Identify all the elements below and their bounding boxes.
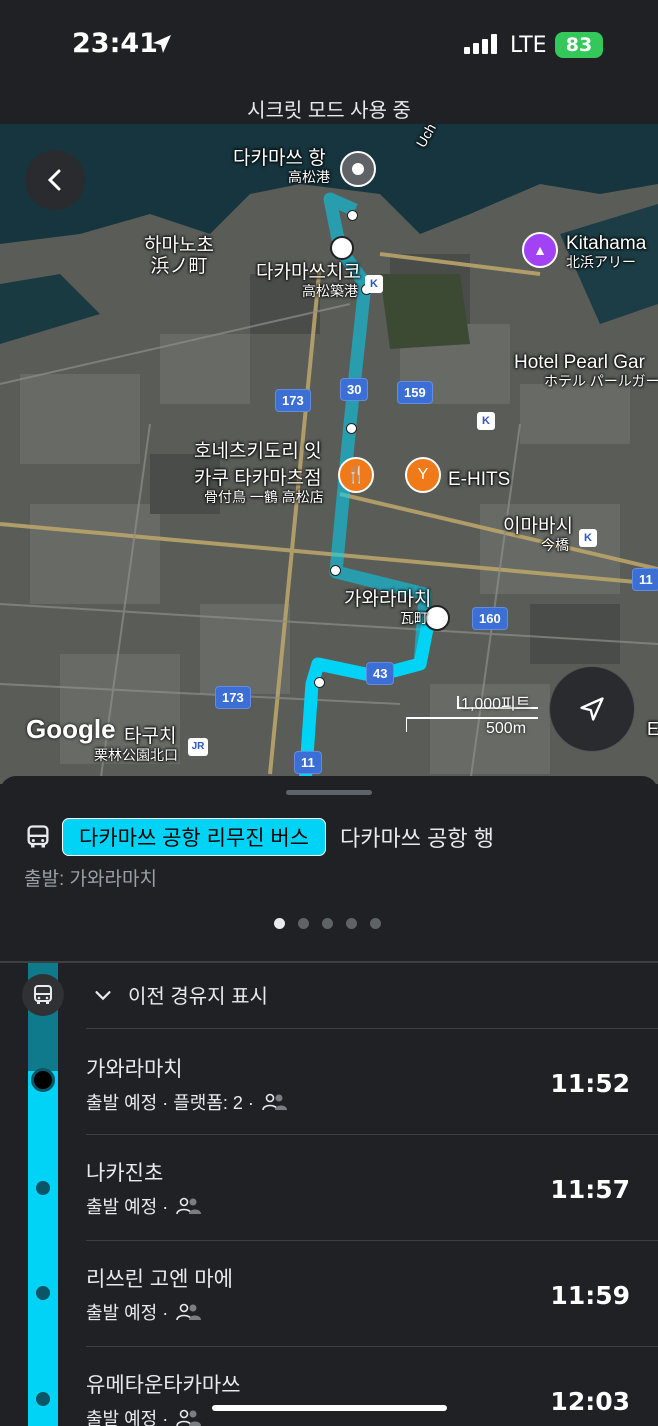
bus-icon <box>27 825 49 848</box>
route-point <box>314 677 325 688</box>
crowd-level-icon <box>176 1303 202 1321</box>
stop-dot <box>36 1286 50 1300</box>
google-logo: Google <box>26 714 116 744</box>
crowd-level-icon <box>262 1093 287 1111</box>
map-label-edge: E <box>647 719 658 739</box>
page-dot[interactable] <box>322 918 333 929</box>
location-arrow-icon <box>153 35 171 53</box>
map-scale: 1,000피트 500m <box>406 692 538 738</box>
route-header: 다카마쓰 공항 리무진 버스 다카마쓰 공항 행 <box>24 818 494 856</box>
stop-row[interactable]: 리쓰린 고엔 마에 출발 예정 · 11:59 <box>86 1240 658 1346</box>
crowd-level-icon <box>176 1409 202 1426</box>
route-point <box>346 423 357 434</box>
status-time: 23:41 <box>72 28 158 59</box>
road-badge: 173 <box>275 389 311 412</box>
stop-name: 가와라마치 <box>86 1058 183 1081</box>
show-previous-stops-button[interactable]: 이전 경유지 표시 <box>92 980 268 1009</box>
my-location-button[interactable] <box>549 666 635 752</box>
road-badge: 160 <box>472 607 508 630</box>
chevron-down-icon <box>95 990 111 1000</box>
stop-name: 유메타운타카마쓰 <box>86 1374 241 1397</box>
stop-status-text: 출발 예정 · <box>86 1409 169 1426</box>
map-label-takuchi: 타구치 栗林公園北口 <box>94 726 178 763</box>
navigation-arrow-icon <box>580 697 604 721</box>
map-label-chikko: 다카마쓰치코 高松築港 <box>256 262 361 299</box>
road-badge: 43 <box>366 662 395 685</box>
route-point <box>330 565 341 576</box>
stop-time: 11:57 <box>550 1175 630 1204</box>
home-indicator[interactable] <box>212 1405 447 1411</box>
bar-pin-icon[interactable]: Y <box>405 457 441 493</box>
stop-status: 출발 예정 · <box>86 1405 202 1426</box>
network-type: LTE <box>510 33 547 58</box>
route-headsign: 다카마쓰 공항 행 <box>340 826 494 851</box>
incognito-banner: 시크릿 모드 사용 중 <box>247 100 411 122</box>
transit-station-icon[interactable]: K <box>477 412 495 430</box>
road-badge: 11 <box>632 568 658 591</box>
status-bar: 23:41 LTE 83 <box>0 0 658 90</box>
stop-name: 나카진초 <box>86 1162 164 1185</box>
stop-row[interactable]: 유메타운타카마쓰 출발 예정 · 12:03 <box>86 1346 658 1426</box>
map-label-kawaramachi: 가와라마치 瓦町 <box>344 589 432 626</box>
page-dot[interactable] <box>298 918 309 929</box>
road-badge: 173 <box>215 686 251 709</box>
stop-time: 11:52 <box>550 1069 630 1098</box>
stop-status-text: 출발 예정 · 플랫폼: 2 · <box>86 1093 254 1113</box>
stop-row[interactable]: 가와라마치 출발 예정 · 플랫폼: 2 · 11:52 <box>86 1028 658 1134</box>
scale-meters: 500m <box>486 720 527 737</box>
departure-stop: 출발: 가와라마치 <box>24 869 157 890</box>
stop-status: 출발 예정 · 플랫폼: 2 · <box>86 1089 288 1115</box>
scale-feet: 1,000피트 <box>461 696 531 713</box>
stop-status-text: 출발 예정 · <box>86 1303 169 1323</box>
chevron-left-icon <box>47 169 61 191</box>
road-badge: 159 <box>397 381 433 404</box>
back-button[interactable] <box>25 150 85 210</box>
map-label-port: 다카마쓰 항 高松港 <box>233 148 330 185</box>
route-details-sheet[interactable]: 다카마쓰 공항 리무진 버스 다카마쓰 공항 행 출발: 가와라마치 이전 경유… <box>0 776 658 1426</box>
map-label-kitahama: Kitahama 北浜アリー <box>566 233 647 270</box>
stop-marker[interactable] <box>330 236 354 260</box>
page-dot-active[interactable] <box>274 918 285 929</box>
transit-station-icon[interactable]: K <box>365 275 383 293</box>
map-label-ehits: E-HITS <box>448 469 511 490</box>
stop-dot <box>36 1392 50 1406</box>
map-view[interactable]: ▲ 🍴 Y 173 30 159 173 160 43 11 11 다카마쓰 항… <box>0 124 658 784</box>
stop-time: 11:59 <box>550 1281 630 1310</box>
page-indicator[interactable] <box>274 918 381 929</box>
show-previous-label: 이전 경유지 표시 <box>128 986 268 1008</box>
route-name-chip[interactable]: 다카마쓰 공항 리무진 버스 <box>62 818 327 856</box>
stop-status: 출발 예정 · <box>86 1193 202 1219</box>
divider <box>0 961 658 963</box>
restaurant-pin-icon[interactable]: 🍴 <box>338 457 374 493</box>
road-badge: 30 <box>340 378 369 401</box>
place-pin-icon[interactable] <box>340 151 376 187</box>
map-label-restaurant: 호네츠키도리 잇 <box>194 441 322 462</box>
battery-indicator: 83 <box>555 32 603 58</box>
route-point <box>347 210 358 221</box>
stop-status-text: 출발 예정 · <box>86 1197 169 1217</box>
stop-time: 12:03 <box>550 1387 630 1416</box>
jr-station-icon[interactable]: JR <box>188 738 208 756</box>
cellular-signal-icon <box>464 34 497 54</box>
stop-row[interactable]: 나카진초 출발 예정 · 11:57 <box>86 1134 658 1240</box>
stop-name: 리쓰린 고엔 마에 <box>86 1268 233 1291</box>
bus-badge <box>22 974 64 1016</box>
map-label-hamanocho: 하마노초 浜ノ町 <box>144 235 214 277</box>
road-badge: 11 <box>294 751 322 774</box>
shopping-pin-icon[interactable]: ▲ <box>522 232 558 268</box>
bus-icon <box>34 985 52 1004</box>
stop-status: 출발 예정 · <box>86 1299 202 1325</box>
transit-station-icon[interactable]: K <box>579 529 597 547</box>
map-label-restaurant-2: 카쿠 타카마츠점 骨付鳥 一鶴 高松店 <box>194 468 324 505</box>
stop-dot <box>36 1181 50 1195</box>
crowd-level-icon <box>176 1197 202 1215</box>
map-label-imabashi: 이마바시 今橋 <box>503 516 573 553</box>
stop-dot-current <box>31 1068 55 1092</box>
sheet-grabber[interactable] <box>286 790 372 795</box>
battery-percent: 83 <box>565 34 593 56</box>
page-dot[interactable] <box>346 918 357 929</box>
map-label-hotel: Hotel Pearl Gar ホテル パールガー <box>514 352 658 389</box>
page-dot[interactable] <box>370 918 381 929</box>
